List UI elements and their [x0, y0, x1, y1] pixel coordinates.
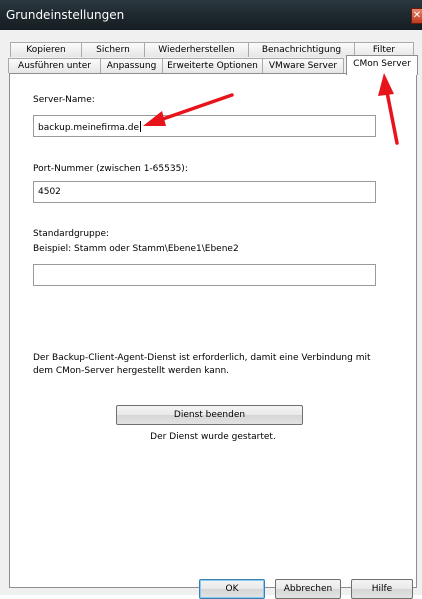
port-value: 4502 [38, 187, 61, 197]
tab-ausfuehren-unter[interactable]: Ausführen unter [8, 58, 101, 73]
text-caret [140, 121, 142, 132]
tab-panel-cmon-server: Server-Name: backup.meinefirma.de Port-N… [9, 73, 417, 588]
close-icon[interactable]: ✕ [411, 8, 422, 24]
cancel-button[interactable]: Abbrechen [275, 579, 341, 599]
tab-wiederherstellen[interactable]: Wiederherstellen [144, 42, 249, 57]
help-button[interactable]: Hilfe [351, 579, 413, 599]
tab-kopieren[interactable]: Kopieren [10, 42, 82, 57]
port-field[interactable]: 4502 [33, 181, 376, 203]
group-label: Standardgruppe: [33, 229, 110, 239]
dialog-body: Kopieren Sichern Wiederherstellen Benach… [0, 30, 422, 599]
tab-row-front: Ausführen unter Anpassung Erweiterte Opt… [8, 58, 344, 73]
tab-cmon-server[interactable]: CMon Server [346, 55, 418, 75]
tab-benachrichtigung[interactable]: Benachrichtigung [248, 42, 355, 57]
service-status-text: Der Dienst wurde gestartet. [150, 432, 276, 442]
group-example-text: Beispiel: Stamm oder Stamm\Ebene1\Ebene2 [33, 244, 239, 254]
server-name-label: Server-Name: [33, 95, 95, 105]
tab-sichern[interactable]: Sichern [81, 42, 145, 57]
ok-button[interactable]: OK [199, 579, 265, 599]
info-text-line1: Der Backup-Client-Agent-Dienst ist erfor… [33, 353, 371, 363]
group-field[interactable] [33, 264, 376, 286]
server-name-value: backup.meinefirma.de [38, 123, 140, 133]
tab-anpassung[interactable]: Anpassung [100, 58, 163, 73]
window-title: Grundeinstellungen [6, 8, 125, 22]
title-bar: Grundeinstellungen ✕ [0, 0, 422, 30]
server-name-field[interactable]: backup.meinefirma.de [33, 115, 376, 137]
port-label: Port-Nummer (zwischen 1-65535): [33, 164, 188, 174]
tab-erweiterte-optionen[interactable]: Erweiterte Optionen [162, 58, 263, 73]
tab-vmware-server[interactable]: VMware Server [262, 58, 344, 73]
stop-service-button[interactable]: Dienst beenden [116, 405, 303, 425]
info-text-line2: dem CMon-Server hergestellt werden kann. [33, 366, 230, 376]
